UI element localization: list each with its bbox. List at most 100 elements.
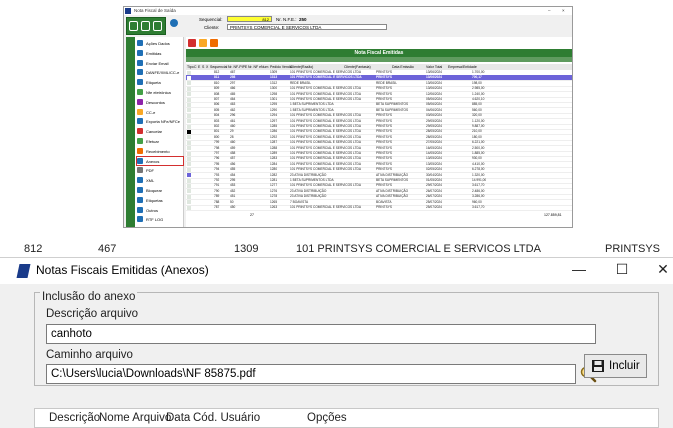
cell-nf: 466 <box>230 86 236 91</box>
cell-valor: 2.500,00 <box>472 145 485 150</box>
minimize-button[interactable]: — <box>569 261 589 277</box>
cell-cli: 1 BETA SUPRIMENTOS LTDA <box>290 178 334 182</box>
grid-column-5[interactable]: Sequencial <box>210 65 227 69</box>
grid-column-3[interactable]: S <box>202 65 204 69</box>
sidebar-item-label: Etiquetas <box>146 197 163 203</box>
sidebar-item-label: PDF <box>146 168 154 174</box>
cell-cli: 101 PRINTSYS COMERCIAL E SERVICOS LTDA <box>290 145 361 150</box>
sidebar-item-5[interactable]: Nfe eletrônica <box>137 88 183 96</box>
sidebar-item-16[interactable]: Etiquetas <box>137 196 183 204</box>
cell-data: 29/05/2024 <box>426 124 442 128</box>
row-status-icon <box>187 113 191 118</box>
sidebar-item-icon <box>137 147 143 154</box>
cell-nf: 455 <box>230 167 236 172</box>
sidebar-item-label: Emitidas <box>146 50 162 56</box>
refresh-icon-2[interactable] <box>141 21 150 31</box>
maximize-button[interactable]: ☐ <box>612 261 632 278</box>
grid-column-7[interactable]: Nr. NF eNum <box>248 65 268 69</box>
cell-valor: 320,00 <box>472 113 482 118</box>
incluir-button[interactable]: Incluir <box>584 354 647 378</box>
cell-fan: PRINTSYS <box>376 70 392 74</box>
cell-nf: 459 <box>230 145 236 150</box>
sidebar-item-icon <box>137 69 143 76</box>
cell-data: 13/05/2024 <box>426 156 442 161</box>
cell-fan: BETA SUPRIMENTOS <box>376 107 409 112</box>
cliente-field[interactable]: PRINTSYS COMERCIAL E SERVICOS LTDA <box>227 24 387 30</box>
sidebar-item-1[interactable]: Emitidas <box>137 49 183 57</box>
grid-column-1[interactable]: C <box>194 65 197 69</box>
grid-column-8[interactable]: Pedido Venda <box>270 65 292 69</box>
grid-column-0[interactable]: Tipo <box>187 65 194 69</box>
cell-valor: 3.617,70 <box>472 205 485 209</box>
row-status-icon <box>187 97 191 102</box>
sidebar-item-2[interactable]: Enviar Email <box>137 59 183 67</box>
cell-seq: 806 <box>214 102 220 107</box>
cell-seq: 792 <box>214 178 220 182</box>
cell-ped: 1300 <box>270 86 278 91</box>
sidebar-item-10[interactable]: Efetuar <box>137 137 183 145</box>
descricao-label: Descrição arquivo <box>46 308 139 320</box>
cell-ped: 1292 <box>270 134 278 139</box>
thumb-close-icon[interactable]: × <box>562 8 565 13</box>
col-opcoes[interactable]: Opções <box>307 412 347 424</box>
sidebar-item-8[interactable]: Exporta NFe/NFCe <box>137 117 183 125</box>
refresh-icon[interactable] <box>129 21 138 31</box>
close-button[interactable]: ✕ <box>653 261 673 278</box>
cell-fan: BETA SUPRIMENTOS <box>376 178 409 182</box>
cell-seq: 790 <box>214 188 220 193</box>
tool-icon-1[interactable] <box>188 39 196 47</box>
grid-column-6[interactable]: Nr. NF-PIPE <box>228 65 247 69</box>
info-icon[interactable] <box>170 19 178 27</box>
grid-column-2[interactable]: E <box>198 65 200 69</box>
cell-data: 29/07/2024 <box>426 183 442 188</box>
sidebar-item-14[interactable]: XML <box>137 176 183 184</box>
thumb-sidebar: Ações Dados Emitidas Enviar Email DANFE/XML… <box>126 37 184 227</box>
cell-valor: 700,17 <box>472 75 482 80</box>
cell-seq: 787 <box>214 205 220 209</box>
sidebar-item-icon <box>137 59 143 66</box>
sidebar-item-7[interactable]: CC-e <box>137 108 183 116</box>
sidebar-item-15[interactable]: Bloquear <box>137 186 183 194</box>
grid-column-10[interactable]: Cliente(Fantasia) <box>344 65 371 69</box>
cell-ped: 1295 <box>270 102 278 107</box>
cell-nf: 465 <box>230 91 236 96</box>
refresh-icon-3[interactable] <box>153 21 162 31</box>
col-nome-arquivo[interactable]: Nome Arquivo <box>99 412 171 424</box>
sidebar-item-12[interactable]: Anexos <box>136 155 184 166</box>
sidebar-item-icon <box>137 108 143 115</box>
cell-valor: 1.700,00 <box>472 70 485 74</box>
sidebar-item-3[interactable]: DANFE/XML/CC-e <box>137 68 183 76</box>
tool-icon-3[interactable] <box>210 39 218 47</box>
sidebar-item-icon <box>137 206 143 213</box>
grid-column-13[interactable]: Empresa/Entidade <box>448 65 477 69</box>
table-row[interactable]: 787 450 1263 101 PRINTSYS COMERCIAL E SERVI… <box>186 205 572 211</box>
row-status-icon <box>187 75 191 80</box>
grid-column-11[interactable]: Data Emissão <box>392 65 414 69</box>
grid-column-9[interactable]: Cliente(Razão) <box>290 65 313 69</box>
col-descricao[interactable]: Descrição <box>49 412 100 424</box>
sidebar-item-4[interactable]: Etiqueta <box>137 78 183 86</box>
descricao-input[interactable] <box>46 324 596 344</box>
row-status-icon <box>187 102 191 107</box>
sidebar-item-6[interactable]: Descontos <box>137 98 183 106</box>
sidebar-item-9[interactable]: Cancelar <box>137 127 183 135</box>
sidebar-item-13[interactable]: PDF <box>137 166 183 174</box>
sidebar-item-17[interactable]: Outros <box>137 206 183 214</box>
tool-icon-2[interactable] <box>199 39 207 47</box>
cell-ped: 1282 <box>270 172 278 177</box>
sidebar-item-0[interactable]: Ações Dados <box>137 39 183 47</box>
sidebar-item-icon <box>137 177 143 184</box>
cell-seq: 805 <box>214 107 220 112</box>
grid-column-12[interactable]: Valor Total <box>426 65 442 69</box>
sidebar-item-11[interactable]: Recebimento <box>137 147 183 155</box>
grid-column-4[interactable]: X <box>206 65 208 69</box>
cell-valor: 210,00 <box>472 129 482 134</box>
sidebar-item-icon <box>137 167 143 174</box>
sidebar-item-18[interactable]: RTF LOG <box>137 215 183 223</box>
col-cod-usuario[interactable]: Cód. Usuário <box>193 412 260 424</box>
caminho-input[interactable] <box>46 364 576 384</box>
cell-valor: 1.240,00 <box>472 91 485 96</box>
sequencial-field[interactable]: 812 <box>227 16 272 22</box>
thumb-minimize-icon[interactable]: – <box>548 8 551 13</box>
col-data[interactable]: Data <box>166 412 190 424</box>
